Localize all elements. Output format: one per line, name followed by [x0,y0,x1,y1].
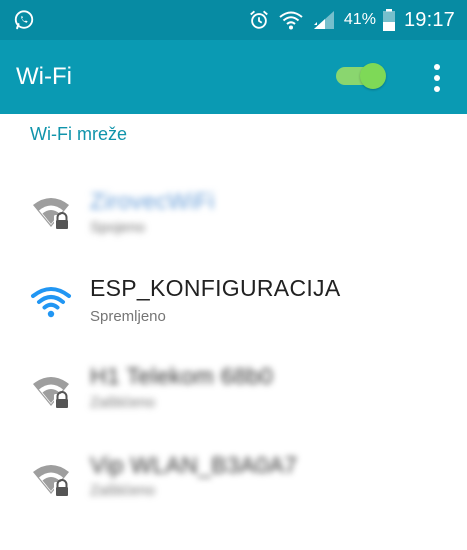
battery-percent: 41% [343,11,376,28]
network-status: Spremljeno [90,308,166,325]
wifi-lock-icon [33,465,70,496]
wifi-icon [31,287,71,318]
network-status: Zaštićeno [90,482,156,499]
more-vert-icon[interactable] [427,64,447,92]
list-item-network[interactable]: ZirovecWiFi Spojeno [0,188,467,283]
wifi-toggle[interactable] [336,63,386,89]
page-title: Wi-Fi [16,63,72,90]
status-bar: 41% 19:17 [0,0,467,40]
whatsapp-icon [14,10,34,30]
list-item-network[interactable]: Vip WLAN_B3A0A7 Zaštićeno [0,452,467,550]
network-status: Spojeno [90,219,146,236]
list-item-network[interactable]: ESP_KONFIGURACIJA Spremljeno [0,275,467,374]
network-status: Zaštićeno [90,394,156,411]
network-name: H1 Telekom 68b0 [90,363,274,389]
wifi-icon [279,11,303,30]
section-header: Wi-Fi mreže [30,124,127,144]
network-name: ZirovecWiFi [90,188,215,214]
clock: 19:17 [403,8,455,31]
app-bar: Wi-Fi [0,40,467,114]
alarm-icon [250,10,268,29]
network-name: Vip WLAN_B3A0A7 [90,452,298,478]
wifi-lock-icon [33,198,70,229]
wifi-lock-icon [33,377,70,408]
battery-icon [382,9,395,31]
network-name: ESP_KONFIGURACIJA [90,275,341,301]
list-item-network[interactable]: H1 Telekom 68b0 Zaštićeno [0,363,467,462]
signal-icon [313,11,334,29]
toggle-thumb [360,63,386,89]
